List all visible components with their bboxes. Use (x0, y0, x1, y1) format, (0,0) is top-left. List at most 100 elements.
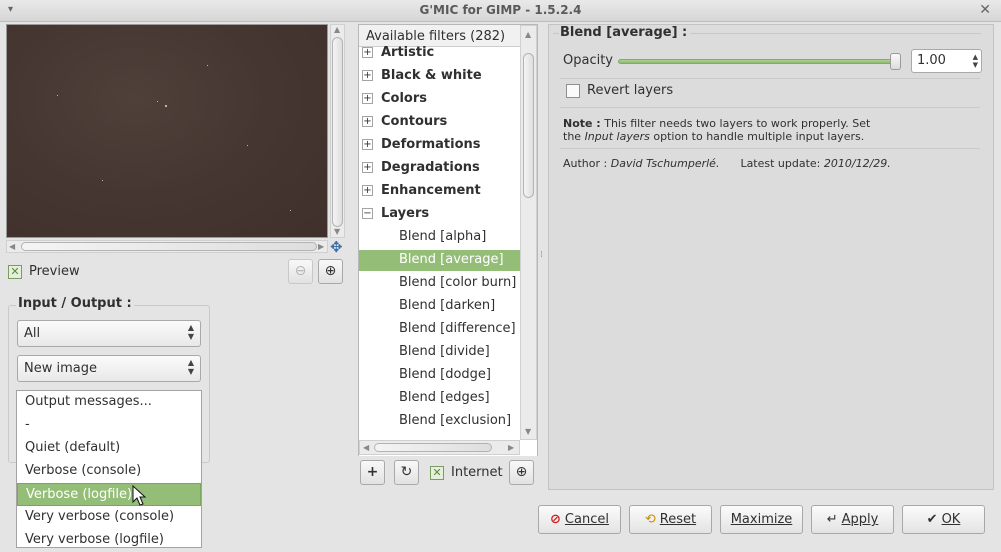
pane-handle[interactable]: ⁞ (540, 250, 543, 260)
author-name: David Tschumperlé. (610, 157, 720, 170)
expand-icon[interactable]: + (362, 93, 373, 104)
filter-item[interactable]: Blend [color burn] (359, 273, 520, 294)
category-degradations[interactable]: Degradations (381, 160, 480, 175)
preview-star (207, 65, 208, 66)
menu-item[interactable]: Very verbose (logfile) (17, 529, 201, 552)
category-colors[interactable]: Colors (381, 91, 427, 106)
category-contours[interactable]: Contours (381, 114, 447, 129)
settings-title: Blend [average] : (560, 25, 688, 40)
separator (560, 148, 980, 149)
output-mode-select[interactable]: New image ▲ ▼ (17, 355, 201, 382)
filters-vscroll-thumb[interactable] (523, 53, 534, 198)
filters-horizontal-scrollbar[interactable]: ◀ ▶ (359, 440, 520, 455)
cancel-button[interactable]: ⊘ Cancel (538, 505, 621, 534)
menu-item[interactable]: Output messages... (17, 391, 201, 414)
preview-horizontal-scrollbar[interactable]: ◀ ▶ (6, 240, 328, 253)
input-layers-select[interactable]: All ▲ ▼ (17, 320, 201, 347)
refresh-icon[interactable]: ↻ (394, 460, 419, 485)
preview-star (157, 101, 158, 102)
expand-icon[interactable]: + (362, 162, 373, 173)
preview-vertical-scrollbar[interactable]: ▲ ▼ (330, 24, 345, 238)
add-filter-icon[interactable]: + (360, 460, 385, 485)
menu-item-selected[interactable]: Verbose (logfile) (17, 483, 201, 506)
scroll-left-icon[interactable]: ◀ (9, 242, 15, 251)
preview-star (102, 180, 103, 181)
ok-button[interactable]: ✔ OK (902, 505, 985, 534)
note-text: This filter needs two layers to work pro… (604, 117, 871, 130)
opacity-value: 1.00 (917, 53, 946, 68)
title-bar: ▾ G'MIC for GIMP - 1.5.2.4 ✕ (0, 0, 1001, 22)
preview-checkbox[interactable]: ✕ (8, 265, 22, 279)
revert-layers-checkbox[interactable] (566, 84, 580, 98)
scroll-right-icon[interactable]: ▶ (318, 242, 324, 251)
category-artistic[interactable]: Artistic (381, 45, 434, 60)
internet-label: Internet (451, 465, 503, 480)
opacity-slider[interactable] (618, 59, 898, 64)
check-icon: ✔ (926, 512, 938, 527)
filter-item[interactable]: Blend [exclusion] (359, 411, 520, 432)
expand-icon[interactable]: + (362, 185, 373, 196)
filter-item[interactable]: Blend [edges] (359, 388, 520, 409)
expand-icon[interactable]: + (362, 47, 373, 58)
reset-button[interactable]: ⟲ Reset (629, 505, 712, 534)
category-layers[interactable]: Layers (381, 206, 429, 221)
filter-item[interactable]: Blend [dodge] (359, 365, 520, 386)
zoom-in-icon[interactable]: ⊕ (318, 259, 343, 284)
output-messages-menu[interactable]: Output messages... - Quiet (default) Ver… (16, 390, 202, 548)
category-enhancement[interactable]: Enhancement (381, 183, 481, 198)
scroll-up-icon[interactable]: ▲ (525, 30, 531, 39)
scroll-down-icon[interactable]: ▼ (525, 427, 531, 436)
scroll-left-icon[interactable]: ◀ (363, 443, 369, 452)
zoom-out-icon[interactable]: ⊖ (288, 259, 313, 284)
combo-arrows-icon: ▲ ▼ (187, 358, 194, 376)
io-title: Input / Output : (16, 296, 134, 311)
apply-button[interactable]: ↵ Apply (811, 505, 894, 534)
ok-label: OK (941, 512, 961, 527)
filters-hscroll-thumb[interactable] (374, 443, 492, 452)
expand-icon[interactable]: + (362, 139, 373, 150)
category-black-white[interactable]: Black & white (381, 68, 482, 83)
filter-item[interactable]: Blend [difference] (359, 319, 520, 340)
preview-star (165, 105, 167, 107)
filter-item[interactable]: Blend [darken] (359, 296, 520, 317)
category-deformations[interactable]: Deformations (381, 137, 481, 152)
filter-item-selected[interactable]: Blend [average] (359, 250, 520, 271)
filter-search-icon[interactable]: ⊕ (509, 460, 534, 485)
preview-vscroll-thumb[interactable] (332, 37, 343, 227)
preview-hscroll-thumb[interactable] (21, 242, 317, 251)
author-label: Author : (563, 157, 608, 170)
expand-icon[interactable]: + (362, 70, 373, 81)
preview-image[interactable] (6, 24, 328, 238)
filter-item[interactable]: Blend [divide] (359, 342, 520, 363)
scroll-right-icon[interactable]: ▶ (508, 443, 514, 452)
window-title: G'MIC for GIMP - 1.5.2.4 (419, 3, 582, 17)
output-mode-value: New image (24, 361, 97, 376)
expand-icon[interactable]: + (362, 116, 373, 127)
filter-item[interactable]: Blend [alpha] (359, 227, 520, 248)
mouse-cursor-icon (132, 485, 147, 506)
close-icon[interactable]: ✕ (979, 2, 991, 18)
note-text: option to handle multiple input layers. (653, 130, 865, 143)
opacity-spinbox[interactable]: 1.00 ▲ ▼ (911, 49, 982, 73)
input-layers-value: All (24, 326, 41, 341)
menu-item[interactable]: Quiet (default) (17, 437, 201, 460)
scroll-up-icon[interactable]: ▲ (334, 25, 340, 34)
note-line-1: Note : This filter needs two layers to w… (563, 117, 870, 130)
preview-label: Preview (29, 264, 80, 279)
maximize-button[interactable]: Maximize (720, 505, 803, 534)
menu-item[interactable]: Very verbose (console) (17, 506, 201, 529)
maximize-label: Maximize (730, 512, 793, 527)
menu-item[interactable]: - (17, 414, 201, 437)
opacity-slider-handle[interactable] (890, 53, 901, 70)
spin-arrows-icon: ▲ ▼ (972, 53, 978, 69)
move-icon[interactable]: ✥ (330, 238, 343, 256)
preview-star (247, 145, 248, 146)
reset-icon: ⟲ (644, 512, 656, 527)
scroll-down-icon[interactable]: ▼ (334, 227, 340, 236)
collapse-icon[interactable]: − (362, 208, 373, 219)
frame-line (690, 33, 981, 34)
filters-toolbar: + ↻ ✕ Internet ⊕ (358, 456, 538, 488)
menu-item[interactable]: Verbose (console) (17, 460, 201, 483)
filters-vertical-scrollbar[interactable]: ▲ ▼ (520, 25, 537, 440)
internet-checkbox[interactable]: ✕ (430, 466, 444, 480)
